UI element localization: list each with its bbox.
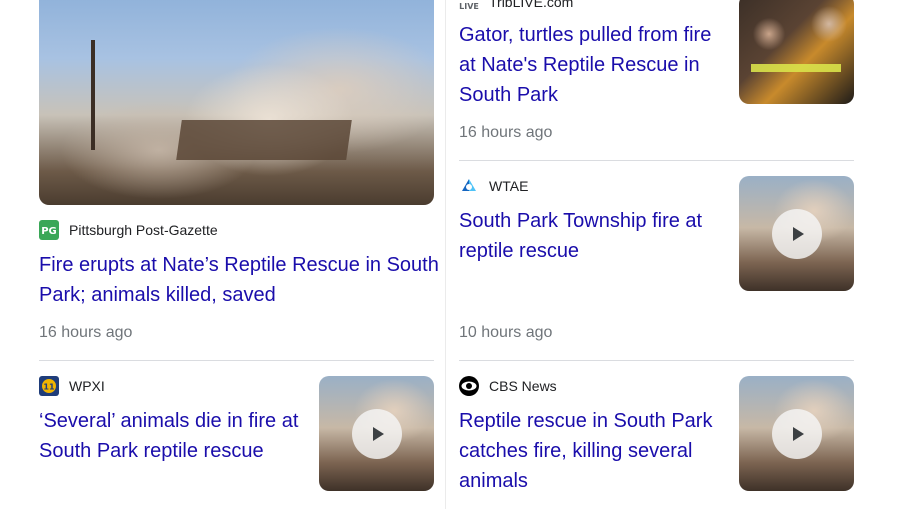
play-icon[interactable] (771, 408, 822, 459)
wtae-logo-icon (459, 176, 479, 196)
timestamp: 16 hours ago (39, 324, 133, 341)
source-wpxi[interactable]: 11 WPXI (39, 376, 105, 396)
cbs-eye-logo-icon (459, 376, 479, 396)
source-triblive[interactable]: LIVE TribLIVE.com (459, 0, 573, 12)
headline-link[interactable]: ‘Several’ animals die in fire at South P… (39, 406, 299, 466)
source-name: Pittsburgh Post-Gazette (69, 222, 218, 238)
timestamp: 16 hours ago (459, 124, 553, 141)
source-name: CBS News (489, 378, 557, 394)
play-icon[interactable] (771, 208, 822, 259)
video-thumbnail[interactable] (739, 176, 854, 291)
divider (459, 360, 854, 361)
tree (91, 40, 95, 150)
source-wtae[interactable]: WTAE (459, 176, 528, 196)
timestamp: 10 hours ago (459, 324, 553, 341)
hero-image[interactable] (39, 0, 434, 205)
source-name: WTAE (489, 178, 529, 194)
burning-shed (176, 120, 352, 160)
divider (459, 160, 854, 161)
source-cbs-news[interactable]: CBS News (459, 376, 557, 396)
svg-text:PG: PG (41, 226, 57, 237)
headline-link[interactable]: Gator, turtles pulled from fire at Nate'… (459, 20, 721, 110)
divider (39, 360, 434, 361)
headline-link[interactable]: South Park Township fire at reptile resc… (459, 206, 721, 266)
source-name: WPXI (69, 378, 105, 394)
video-thumbnail[interactable] (739, 376, 854, 491)
video-thumbnail[interactable] (319, 376, 434, 491)
svg-text:LIVE: LIVE (459, 2, 479, 11)
pg-logo-icon: PG (39, 220, 59, 240)
reflective-stripe (751, 64, 841, 72)
source-name: TribLIVE.com (489, 0, 574, 10)
headline-link[interactable]: Fire erupts at Nate’s Reptile Rescue in … (39, 250, 439, 310)
source-post-gazette[interactable]: PG Pittsburgh Post-Gazette (39, 220, 218, 240)
wpxi-logo-icon: 11 (39, 376, 59, 396)
article-thumbnail[interactable] (739, 0, 854, 104)
live-logo-icon: LIVE (459, 0, 479, 12)
column-divider (445, 0, 446, 509)
svg-text:11: 11 (43, 383, 55, 392)
headline-link[interactable]: Reptile rescue in South Park catches fir… (459, 406, 721, 496)
play-icon[interactable] (351, 408, 402, 459)
